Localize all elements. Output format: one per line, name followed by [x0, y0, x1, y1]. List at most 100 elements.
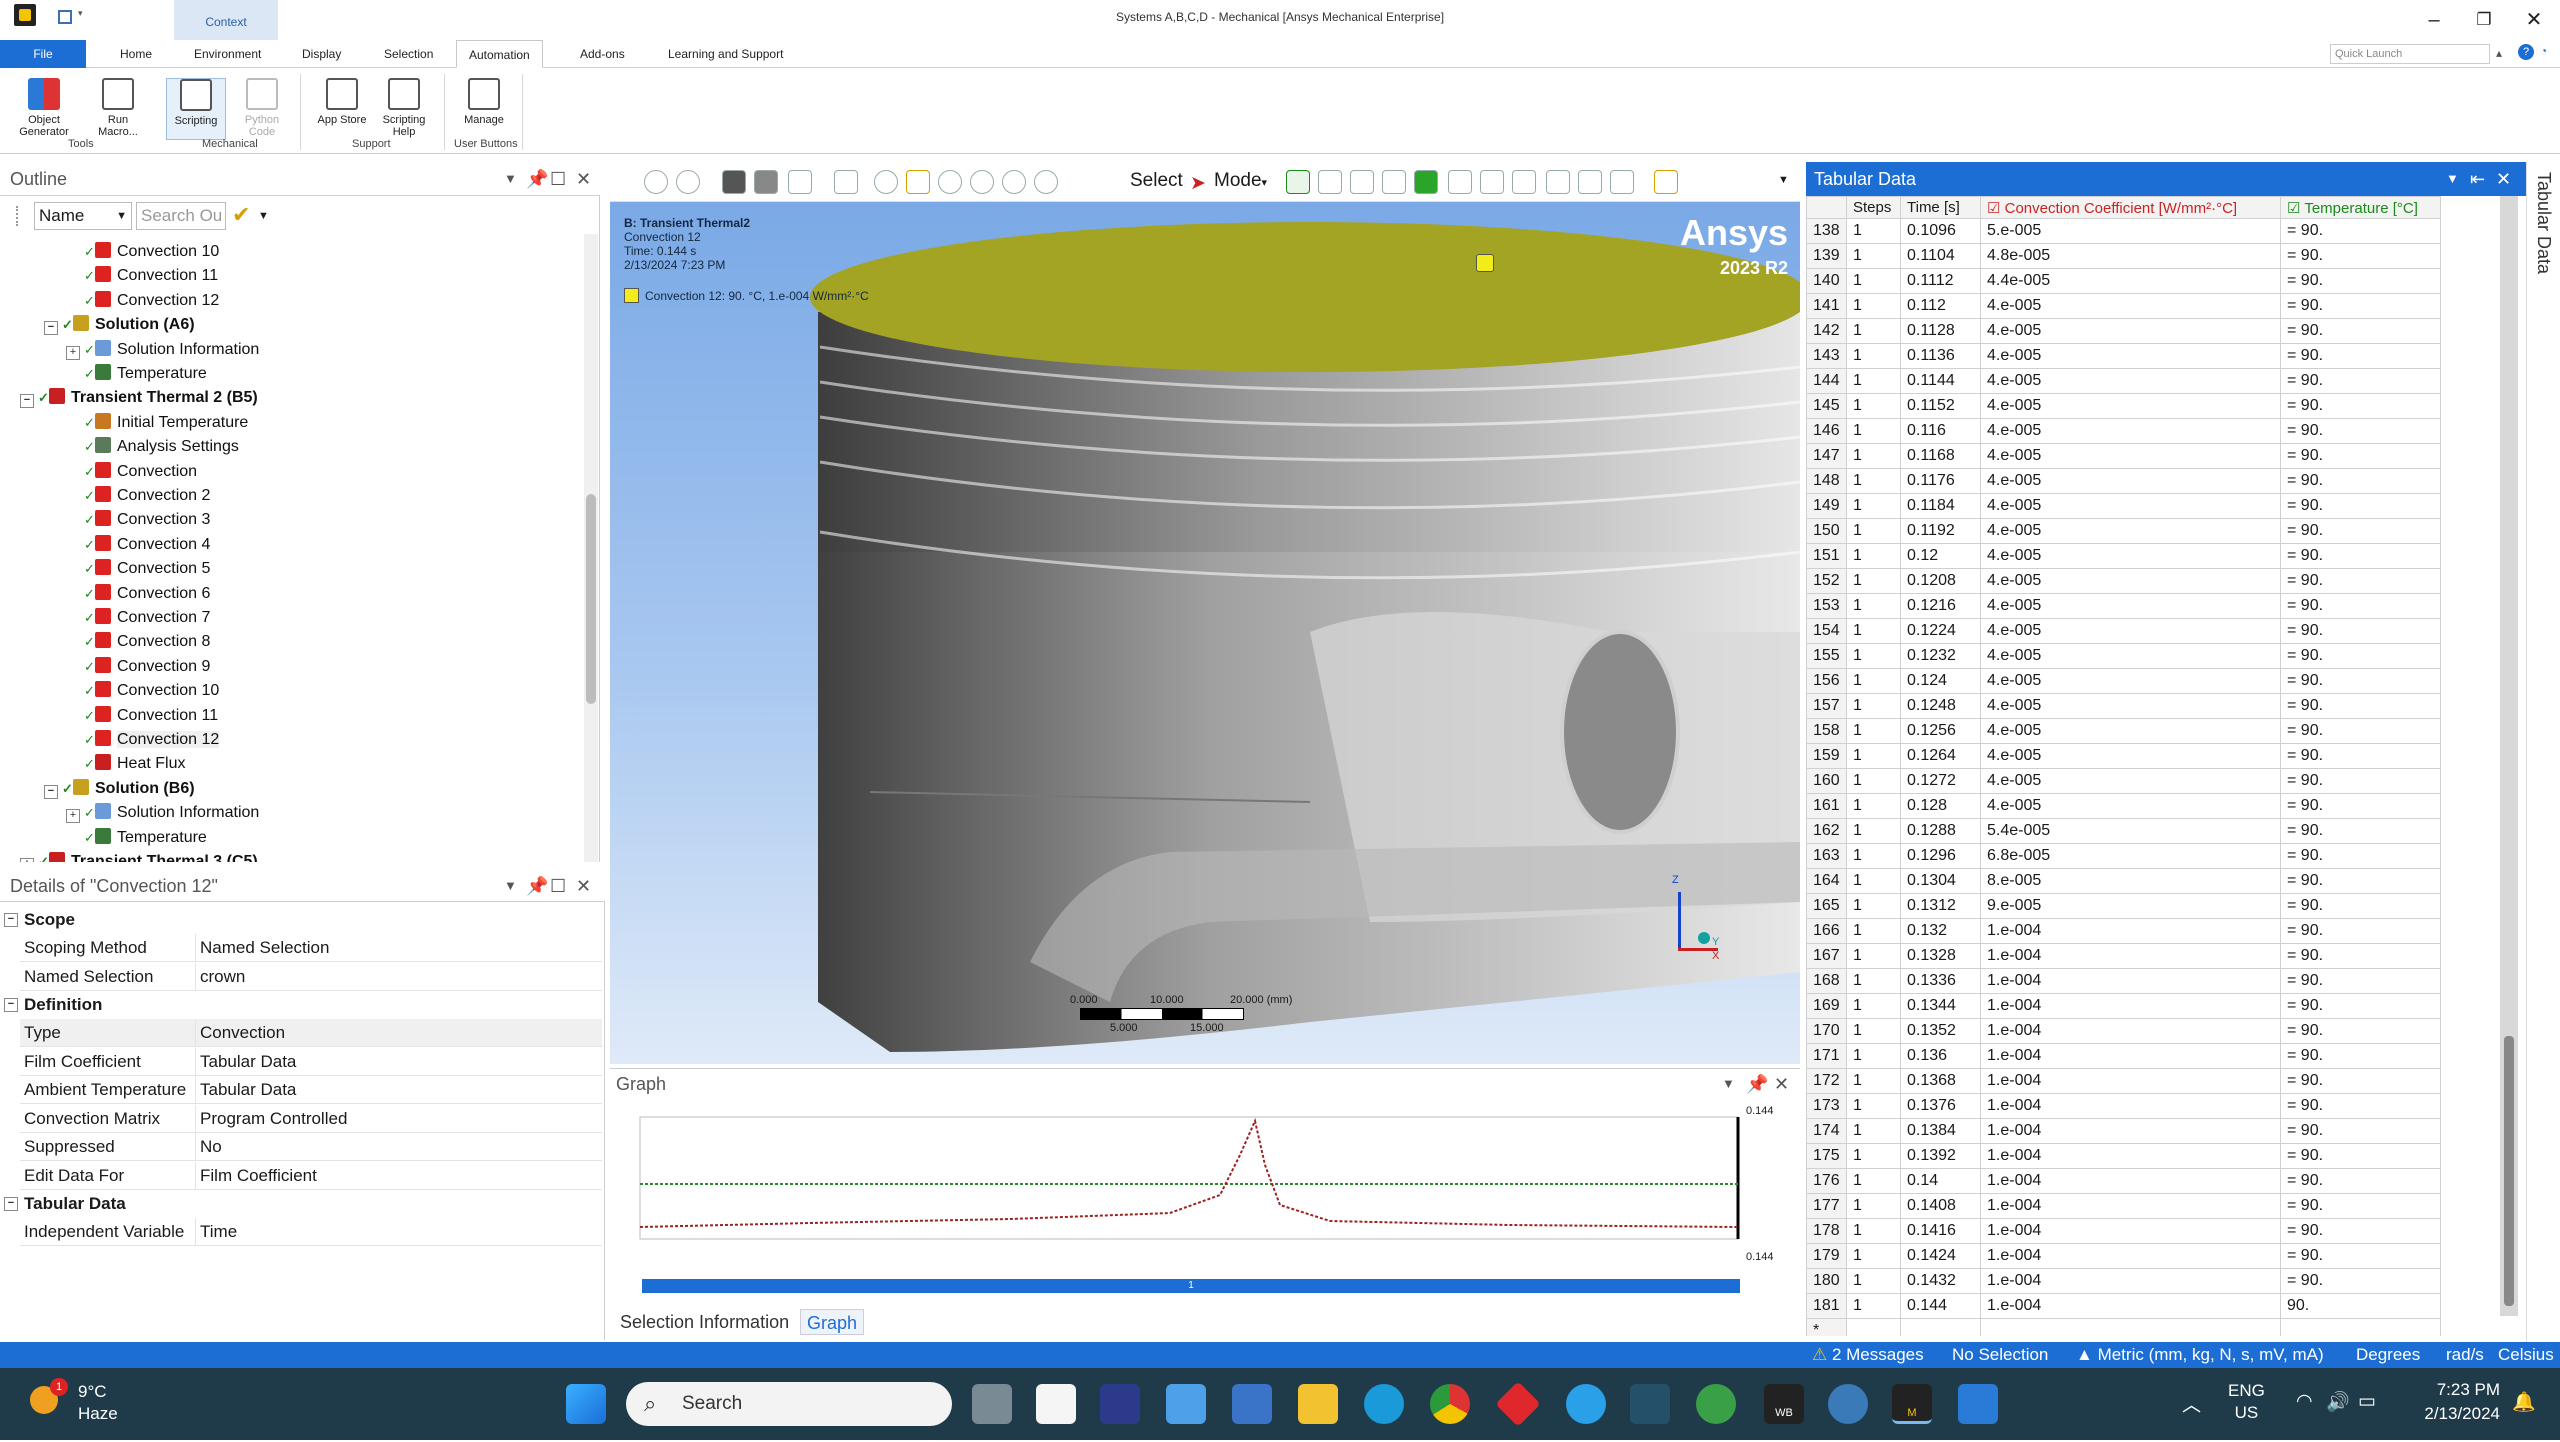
table-cell[interactable]: 0.1328 — [1900, 943, 1981, 969]
table-row[interactable]: 158 1 0.1256 4.e-005 = 90. — [1806, 718, 2441, 744]
table-cell[interactable]: 0.1392 — [1900, 1143, 1981, 1169]
table-cell[interactable]: 0.1096 — [1900, 218, 1981, 244]
table-cell[interactable]: = 90. — [2280, 643, 2441, 669]
table-cell[interactable]: = 90. — [2280, 693, 2441, 719]
table-cell[interactable]: 0.1376 — [1900, 1093, 1981, 1119]
tree-node[interactable]: ✓ Convection 11 — [84, 704, 218, 728]
table-cell[interactable]: 4.e-005 — [1980, 568, 2281, 594]
panel-dropdown-icon[interactable]: ▼ — [1722, 1069, 1735, 1099]
table-cell[interactable]: 1 — [1846, 1093, 1901, 1119]
language-indicator[interactable]: ENG US — [2228, 1380, 2265, 1424]
manage-button[interactable]: Manage — [454, 78, 514, 140]
table-cell[interactable]: 0.1176 — [1900, 468, 1981, 494]
details-section-header[interactable]: − Tabular Data — [0, 1190, 605, 1218]
table-cell[interactable]: 0.1344 — [1900, 993, 1981, 1019]
table-cell[interactable]: = 90. — [2280, 818, 2441, 844]
table-cell[interactable]: 90. — [2280, 1293, 2441, 1319]
table-cell[interactable]: 1 — [1846, 443, 1901, 469]
table-row[interactable]: 161 1 0.128 4.e-005 = 90. — [1806, 793, 2441, 819]
piston-model[interactable] — [610, 202, 1800, 1064]
table-cell[interactable]: 1 — [1846, 943, 1901, 969]
table-cell[interactable]: = 90. — [2280, 918, 2441, 944]
table-cell[interactable]: 1 — [1846, 543, 1901, 569]
table-cell[interactable]: = 90. — [2280, 418, 2441, 444]
tab-selection-information[interactable]: Selection Information — [616, 1309, 793, 1335]
globe-app-icon[interactable] — [1696, 1384, 1736, 1424]
close-button[interactable]: ✕ — [2514, 6, 2554, 34]
table-row[interactable]: 142 1 0.1128 4.e-005 = 90. — [1806, 318, 2441, 344]
pin-icon[interactable]: ⇤ — [2470, 162, 2485, 196]
table-cell[interactable]: 4.e-005 — [1980, 668, 2281, 694]
details-property-value[interactable]: Tabular Data — [200, 1076, 296, 1104]
table-cell[interactable]: 4.e-005 — [1980, 693, 2281, 719]
table-row[interactable]: 172 1 0.1368 1.e-004 = 90. — [1806, 1068, 2441, 1094]
extend-selection-icon[interactable] — [1546, 170, 1570, 194]
collapse-icon[interactable]: − — [20, 394, 34, 409]
table-cell[interactable]: 4.e-005 — [1980, 793, 2281, 819]
table-cell[interactable]: 1 — [1846, 868, 1901, 894]
table-row[interactable]: 157 1 0.1248 4.e-005 = 90. — [1806, 693, 2441, 719]
table-cell[interactable]: 1 — [1846, 218, 1901, 244]
axis-triad[interactable]: Z Y X — [1650, 874, 1720, 962]
table-cell[interactable]: = 90. — [2280, 1093, 2441, 1119]
panel-dropdown-icon[interactable]: ▼ — [2446, 162, 2459, 196]
table-cell[interactable]: 1 — [1846, 593, 1901, 619]
panel-dropdown-icon[interactable]: ▼ — [504, 162, 517, 196]
table-cell[interactable]: 1 — [1846, 1118, 1901, 1144]
panel-close-icon[interactable]: ✕ — [576, 162, 591, 196]
details-property-value[interactable]: Film Coefficient — [200, 1162, 317, 1190]
collapse-icon[interactable]: − — [4, 1197, 18, 1211]
table-row[interactable]: 174 1 0.1384 1.e-004 = 90. — [1806, 1118, 2441, 1144]
table-cell[interactable]: = 90. — [2280, 268, 2441, 294]
table-row[interactable]: 143 1 0.1136 4.e-005 = 90. — [1806, 343, 2441, 369]
table-cell[interactable]: = 90. — [2280, 743, 2441, 769]
table-cell[interactable]: = 90. — [2280, 293, 2441, 319]
table-cell[interactable]: 0.1368 — [1900, 1068, 1981, 1094]
outline-scrollbar[interactable] — [584, 234, 598, 862]
zoom-icon[interactable] — [938, 170, 962, 194]
table-cell[interactable]: 4.e-005 — [1980, 743, 2281, 769]
remote-desktop-icon[interactable] — [1166, 1384, 1206, 1424]
table-cell[interactable]: 0.1424 — [1900, 1243, 1981, 1269]
windows-start-icon[interactable] — [566, 1384, 606, 1424]
table-cell[interactable]: 4.4e-005 — [1980, 268, 2281, 294]
table-cell[interactable]: 1 — [1846, 318, 1901, 344]
table-cell[interactable] — [2280, 1318, 2441, 1336]
table-row[interactable]: 140 1 0.1112 4.4e-005 = 90. — [1806, 268, 2441, 294]
expand-icon[interactable]: + — [66, 345, 80, 360]
clipboard-icon[interactable] — [1610, 170, 1634, 194]
table-cell[interactable]: 0.1152 — [1900, 393, 1981, 419]
tree-node[interactable]: ✓ Analysis Settings — [84, 435, 239, 459]
collapse-icon[interactable]: − — [4, 998, 18, 1012]
tree-node[interactable]: ✓ Convection 7 — [84, 606, 210, 630]
python-code-button[interactable]: Python Code — [232, 78, 292, 140]
tab-automation[interactable]: Automation — [456, 40, 543, 68]
table-row[interactable]: 163 1 0.1296 6.8e-005 = 90. — [1806, 843, 2441, 869]
time-header[interactable]: Time [s] — [1900, 196, 1981, 219]
filter-chevron-icon[interactable]: ✔ — [232, 202, 250, 228]
mode-dropdown[interactable]: Mode▾ — [1214, 170, 1267, 192]
restore-button[interactable]: ❐ — [2464, 6, 2504, 34]
table-cell[interactable]: = 90. — [2280, 218, 2441, 244]
table-cell[interactable]: 4.e-005 — [1980, 618, 2281, 644]
tree-node[interactable]: ✓ Heat Flux — [84, 752, 185, 776]
details-row[interactable]: Type Convection — [20, 1019, 602, 1047]
table-row[interactable]: 152 1 0.1208 4.e-005 = 90. — [1806, 568, 2441, 594]
table-cell[interactable]: 4.e-005 — [1980, 718, 2281, 744]
tab-home[interactable]: Home — [108, 40, 164, 68]
table-cell[interactable]: 4.e-005 — [1980, 493, 2281, 519]
table-cell[interactable]: = 90. — [2280, 718, 2441, 744]
table-cell[interactable]: 0.124 — [1900, 668, 1981, 694]
table-cell[interactable]: 4.e-005 — [1980, 418, 2281, 444]
table-row[interactable]: 176 1 0.14 1.e-004 = 90. — [1806, 1168, 2441, 1194]
steps-header[interactable]: Steps — [1846, 196, 1901, 219]
expand-icon[interactable]: + — [20, 858, 34, 862]
table-row[interactable]: 181 1 0.144 1.e-004 90. — [1806, 1293, 2441, 1319]
table-row[interactable]: 160 1 0.1272 4.e-005 = 90. — [1806, 768, 2441, 794]
explode-icon[interactable] — [834, 170, 858, 194]
table-row[interactable]: 179 1 0.1424 1.e-004 = 90. — [1806, 1243, 2441, 1269]
table-cell[interactable]: 5.e-005 — [1980, 218, 2281, 244]
isometric-view-icon[interactable] — [722, 170, 746, 194]
table-row[interactable]: 150 1 0.1192 4.e-005 = 90. — [1806, 518, 2441, 544]
battery-icon[interactable]: ▭ — [2358, 1390, 2376, 1413]
